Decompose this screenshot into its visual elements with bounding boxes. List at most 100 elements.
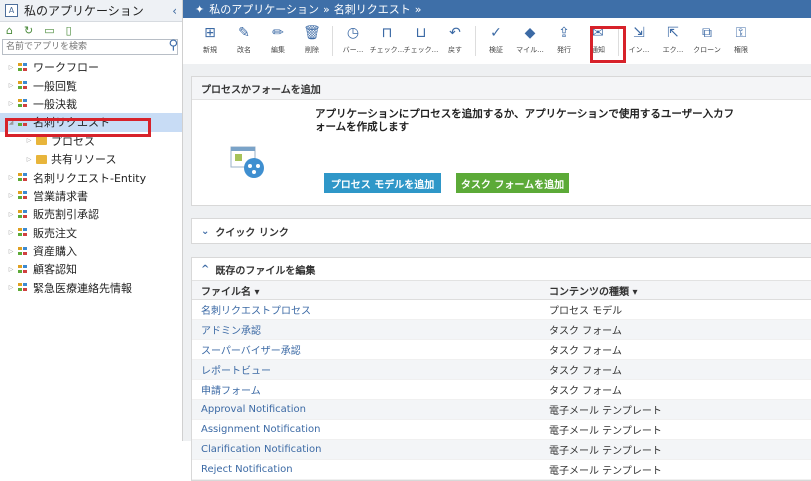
file-name-link[interactable]: アドミン承認 — [192, 319, 540, 340]
permission-icon: ⚿ — [735, 25, 747, 41]
table-row[interactable]: Approval Notification 電子メール テンプレート — [192, 399, 811, 420]
folder-icon — [36, 154, 47, 164]
expand-arrow-icon[interactable]: ▷ — [6, 100, 16, 107]
column-header-name[interactable]: ファイル名 ▾ — [192, 281, 540, 300]
toolbar-separator — [618, 26, 619, 56]
table-row[interactable]: Reject Notification 電子メール テンプレート — [192, 459, 811, 480]
document-icon[interactable]: ▯ — [66, 24, 72, 37]
tree-item[interactable]: ▷ 一般決裁 — [0, 95, 182, 113]
search-icon[interactable]: ⚲ — [168, 38, 178, 53]
tree-item[interactable]: ▷ プロセス — [0, 132, 182, 150]
version-button[interactable]: ◷ バー... — [336, 18, 370, 55]
rename-button[interactable]: ✎ 改名 — [227, 18, 261, 55]
tree-item[interactable]: ▷ 顧客認知 — [0, 260, 182, 278]
import-button[interactable]: ⇲ イン... — [622, 18, 656, 55]
breadcrumb-root[interactable]: 私のアプリケーション — [209, 1, 319, 17]
table-row[interactable]: 申請フォーム タスク フォーム — [192, 379, 811, 400]
tree-item[interactable]: ◢ 名刺リクエスト — [0, 113, 182, 132]
permission-button[interactable]: ⚿ 権限 — [724, 18, 758, 55]
tree-item[interactable]: ▷ 販売注文 — [0, 224, 182, 242]
toolbar-button-label: エク... — [662, 46, 684, 54]
add-process-model-button[interactable]: プロセス モデルを追加 — [324, 173, 441, 193]
milestone-icon: ◆ — [524, 25, 536, 41]
publish-icon: ⇪ — [558, 25, 570, 41]
expand-arrow-icon[interactable]: ▷ — [6, 266, 16, 273]
quick-links-section[interactable]: ⌄ クイック リンク — [191, 218, 811, 244]
expand-arrow-icon[interactable]: ▷ — [6, 64, 16, 71]
tree-item[interactable]: ▷ 営業請求書 — [0, 187, 182, 205]
file-name-link[interactable]: Assignment Notification — [192, 419, 540, 440]
application-tree: ▷ ワークフロー ▷ 一般回覧 ▷ 一般決裁 ◢ 名刺リクエスト ▷ プロセス ▷ 共有リソース ▷ 名刺… — [0, 58, 182, 297]
milestone-button[interactable]: ◆ マイル... — [513, 18, 547, 55]
expand-arrow-icon[interactable]: ▷ — [6, 248, 16, 255]
display-icon[interactable]: ▭ — [44, 24, 54, 37]
tree-item[interactable]: ▷ 一般回覧 — [0, 76, 182, 94]
toolbar-button-label: 戻す — [448, 46, 462, 54]
toolbar-button-label: イン... — [628, 46, 650, 54]
files-section-heading[interactable]: ^ 既存のファイルを編集 — [192, 258, 811, 281]
tree-item-label: 名刺リクエスト-Entity — [33, 171, 147, 185]
expand-arrow-icon[interactable]: ▷ — [6, 82, 16, 89]
delete-button[interactable]: 🗑 削除 — [295, 18, 329, 55]
expanded-arrow-icon[interactable]: ◢ — [6, 119, 16, 126]
tree-item[interactable]: ▷ 緊急医療連絡先情報 — [0, 279, 182, 297]
toolbar-button-label: 改名 — [237, 46, 251, 54]
validate-button[interactable]: ✓ 検証 — [479, 18, 513, 55]
table-row[interactable]: スーパーバイザー承認 タスク フォーム — [192, 339, 811, 360]
expand-arrow-icon[interactable]: ▷ — [6, 229, 16, 236]
tree-item[interactable]: ▷ ワークフロー — [0, 58, 182, 76]
table-row[interactable]: Clarification Notification 電子メール テンプレート — [192, 439, 811, 460]
revert-button[interactable]: ↶ 戻す — [438, 18, 472, 55]
file-name-link[interactable]: Approval Notification — [192, 399, 540, 420]
expand-arrow-icon[interactable]: ▷ — [24, 156, 34, 163]
expand-arrow-icon[interactable]: ▷ — [6, 174, 16, 181]
toolbar: ⊞ 新規 ✎ 改名 ✏ 編集 🗑 削除 ◷ バー... ⊓ チェック... ⊔ チェック... ↶ 戻す ✓ 検証… — [183, 18, 811, 65]
version-icon: ◷ — [346, 25, 360, 41]
tree-item[interactable]: ▷ 名刺リクエスト-Entity — [0, 168, 182, 186]
toolbar-button-label: 権限 — [734, 46, 748, 54]
table-row[interactable]: Assignment Notification 電子メール テンプレート — [192, 419, 811, 440]
table-row[interactable]: 名刺リクエストプロセス プロセス モデル — [192, 299, 811, 320]
edit-button[interactable]: ✏ 編集 — [261, 18, 295, 55]
content-type-cell: 電子メール テンプレート — [540, 459, 811, 480]
export-button[interactable]: ⇱ エク... — [656, 18, 690, 55]
content-type-cell: 電子メール テンプレート — [540, 439, 811, 460]
collapse-icon[interactable]: ‹ — [172, 4, 177, 18]
import-icon: ⇲ — [633, 25, 645, 41]
expand-arrow-icon[interactable]: ▷ — [6, 284, 16, 291]
table-row[interactable]: アドミン承認 タスク フォーム — [192, 319, 811, 340]
content-type-cell: タスク フォーム — [540, 339, 811, 360]
expand-arrow-icon[interactable]: ▷ — [6, 211, 16, 218]
clone-button[interactable]: ⧉ クローン — [690, 18, 724, 55]
toolbar-button-label: 新規 — [203, 46, 217, 54]
notify-button[interactable]: ✉ 通知 — [581, 18, 615, 55]
application-icon: A — [5, 4, 18, 17]
file-name-link[interactable]: 申請フォーム — [192, 379, 540, 400]
tree-item[interactable]: ▷ 資産購入 — [0, 242, 182, 260]
file-name-link[interactable]: Reject Notification — [192, 459, 540, 480]
content-type-cell: タスク フォーム — [540, 359, 811, 380]
column-header-type[interactable]: コンテンツの種類 ▾ — [540, 281, 811, 300]
expand-arrow-icon[interactable]: ▷ — [6, 192, 16, 199]
breadcrumb-current[interactable]: 名刺リクエスト — [334, 1, 411, 17]
file-name-link[interactable]: スーパーバイザー承認 — [192, 339, 540, 360]
new-button[interactable]: ⊞ 新規 — [193, 18, 227, 55]
tree-item[interactable]: ▷ 販売割引承認 — [0, 205, 182, 223]
edit-icon: ✏ — [272, 25, 284, 41]
checkin-button[interactable]: ⊔ チェック... — [404, 18, 439, 55]
publish-button[interactable]: ⇪ 発行 — [547, 18, 581, 55]
content-type-cell: タスク フォーム — [540, 319, 811, 340]
file-name-link[interactable]: レポートビュー — [192, 359, 540, 380]
process-panel-heading: プロセスかフォームを追加 — [192, 77, 811, 100]
table-row[interactable]: レポートビュー タスク フォーム — [192, 359, 811, 380]
file-name-link[interactable]: Clarification Notification — [192, 439, 540, 460]
home-icon[interactable]: ⌂ — [6, 24, 13, 37]
tree-item[interactable]: ▷ 共有リソース — [0, 150, 182, 168]
checkout-button[interactable]: ⊓ チェック... — [370, 18, 405, 55]
search-input[interactable] — [3, 40, 177, 54]
add-task-form-button[interactable]: タスク フォームを追加 — [456, 173, 569, 193]
content-area: プロセスかフォームを追加 アプリケーションにプロセスを追加するか、アプリケーショ… — [183, 64, 811, 481]
refresh-icon[interactable]: ↻ — [24, 24, 33, 37]
expand-arrow-icon[interactable]: ▷ — [24, 137, 34, 144]
file-name-link[interactable]: 名刺リクエストプロセス — [192, 299, 540, 320]
